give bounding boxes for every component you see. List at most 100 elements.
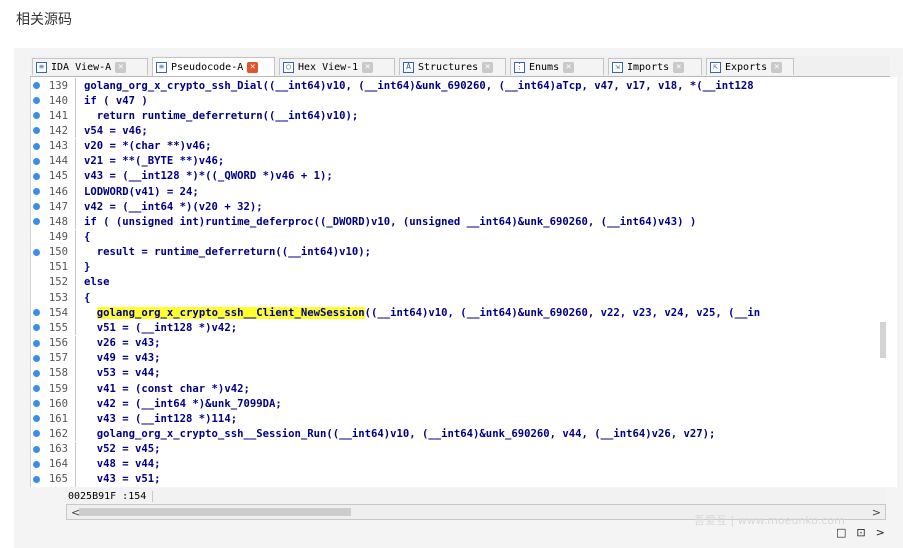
code-line[interactable]: 148 if ( (unsigned int)runtime_deferproc(… (31, 214, 897, 230)
tab-exports[interactable]: ⇱ Exports ✕ (706, 58, 794, 75)
gutter-divider (75, 199, 76, 215)
close-icon[interactable]: ✕ (673, 61, 685, 73)
highlighted-symbol[interactable]: golang_org_x_crypto_ssh__Client_NewSessi… (96, 306, 365, 319)
breakpoint-dot-icon (32, 460, 40, 468)
line-number: 162 (48, 427, 68, 440)
code-line[interactable]: 149 { (31, 229, 897, 245)
breakpoint-gutter[interactable] (31, 309, 41, 317)
code-line[interactable]: 150 result = runtime_deferreturn((__int6… (31, 244, 897, 260)
code-line[interactable]: 152 else (31, 274, 897, 290)
breakpoint-gutter[interactable] (31, 460, 41, 468)
breakpoint-gutter[interactable] (31, 248, 41, 256)
breakpoint-gutter[interactable] (31, 400, 41, 408)
breakpoint-gutter[interactable] (31, 385, 41, 392)
breakpoint-gutter[interactable] (31, 415, 41, 423)
code-line[interactable]: 162 golang_org_x_crypto_ssh__Session_Run… (31, 426, 897, 442)
close-icon[interactable]: ✕ (247, 61, 259, 73)
code-line[interactable]: 158 v53 = v44; (31, 365, 897, 381)
code-line[interactable]: 140 if ( v47 ) (31, 93, 897, 109)
close-icon[interactable]: ✕ (482, 61, 494, 73)
hex-icon: ○ (283, 61, 294, 73)
more-icon[interactable]: > (876, 526, 885, 539)
gutter-divider (75, 93, 76, 109)
breakpoint-gutter[interactable] (31, 369, 41, 377)
breakpoint-dot-icon (32, 309, 40, 317)
code-line[interactable]: 156 v26 = v43; (31, 335, 897, 351)
breakpoint-gutter[interactable] (31, 430, 41, 438)
code-line[interactable]: 141 return runtime_deferreturn((__int64)… (31, 108, 897, 124)
code-text: v20 = *(char **)v46; (84, 140, 212, 152)
breakpoint-gutter[interactable] (31, 157, 41, 165)
close-icon[interactable]: ✕ (563, 61, 575, 73)
code-line[interactable]: 143 v20 = *(char **)v46; (31, 138, 897, 154)
line-number: 159 (48, 382, 68, 395)
line-number: 149 (48, 231, 68, 243)
code-line[interactable]: 160 v42 = (__int64 *)&unk_7099DA; (31, 396, 897, 412)
scroll-right-icon[interactable]: > (872, 506, 881, 519)
breakpoint-gutter[interactable] (31, 339, 41, 347)
line-number: 154 (48, 306, 68, 319)
breakpoint-dot-icon (32, 369, 40, 377)
code-line[interactable]: 153 { (31, 290, 897, 306)
code-line[interactable]: 165 v43 = v51; (31, 471, 897, 487)
breakpoint-gutter[interactable] (31, 97, 41, 105)
code-text: golang_org_x_crypto_ssh__Client_NewSessi… (84, 306, 760, 319)
code-line[interactable]: 151} (31, 259, 897, 275)
breakpoint-gutter[interactable] (31, 203, 41, 211)
tab-hex-view-1[interactable]: ○ Hex View-1 ✕ (279, 58, 395, 75)
code-line[interactable]: 159 v41 = (const char *)v42; (31, 381, 897, 396)
breakpoint-gutter[interactable] (31, 188, 41, 196)
code-line[interactable]: 144 v21 = **(_BYTE **)v46; (31, 153, 897, 169)
line-number: 153 (48, 291, 68, 304)
breakpoint-dot-icon (32, 188, 40, 196)
line-number: 161 (48, 412, 68, 425)
code-line[interactable]: 145 v43 = (__int128 *)*((_QWORD *)v46 + 1… (31, 168, 897, 184)
code-line[interactable]: 142 v54 = v46; (31, 123, 897, 139)
close-icon[interactable]: ✕ (362, 61, 374, 73)
breakpoint-dot-icon (32, 415, 40, 423)
tab-enums[interactable]: ⋮ Enums ✕ (510, 58, 604, 75)
code-line[interactable]: 147 v42 = (__int64 *)(v20 + 32); (31, 199, 897, 215)
gutter-divider (75, 184, 76, 200)
breakpoint-gutter[interactable] (31, 127, 41, 135)
breakpoint-gutter[interactable] (31, 142, 41, 150)
tab-ida-view-a[interactable]: ≡ IDA View-A ✕ (32, 58, 148, 75)
code-line[interactable]: 163 v52 = v45; (31, 441, 897, 457)
code-line[interactable]: 164 v48 = v44; (31, 456, 897, 472)
code-text: golang_org_x_crypto_ssh__Session_Run((__… (84, 428, 716, 440)
breakpoint-gutter[interactable] (31, 354, 41, 362)
tab-structures[interactable]: A Structures ✕ (399, 58, 506, 75)
horizontal-scroll-thumb[interactable] (79, 508, 351, 516)
code-line[interactable]: 154 golang_org_x_crypto_ssh__Client_NewS… (31, 305, 897, 321)
breakpoint-gutter[interactable] (31, 475, 41, 483)
tab-imports[interactable]: ⇲ Imports ✕ (608, 58, 702, 75)
code-line[interactable]: 155 v51 = (__int128 *)v42; (31, 320, 897, 336)
close-icon[interactable]: ✕ (115, 61, 127, 73)
pseudocode-view: 139 golang_org_x_crypto_ssh_Dial((__int64… (30, 77, 897, 487)
gutter-divider (75, 78, 76, 93)
restore-icon[interactable]: □ (836, 526, 846, 539)
line-number: 146 (48, 185, 68, 198)
breakpoint-gutter[interactable] (31, 172, 41, 180)
line-number: 160 (48, 397, 68, 410)
tab-pseudocode-a[interactable]: ≡ Pseudocode-A ✕ (152, 57, 275, 76)
code-line[interactable]: 139 golang_org_x_crypto_ssh_Dial((__int64… (31, 78, 897, 93)
gutter-divider (75, 168, 76, 184)
breakpoint-gutter[interactable] (31, 112, 41, 120)
code-line[interactable]: 146 LODWORD(v41) = 24; (31, 184, 897, 200)
breakpoint-dot-icon (32, 354, 40, 362)
view-icon: ≡ (36, 61, 47, 73)
line-number: 139 (48, 79, 68, 92)
code-line[interactable]: 157 v49 = v43; (31, 350, 897, 366)
breakpoint-gutter[interactable] (31, 445, 41, 453)
code-text: v53 = v44; (84, 367, 161, 379)
vertical-scroll-thumb[interactable] (880, 322, 886, 358)
code-line[interactable]: 161 v43 = (__int128 *)114; (31, 411, 897, 427)
line-number: 152 (48, 276, 68, 289)
breakpoint-gutter[interactable] (31, 82, 41, 89)
close-icon[interactable]: ✕ (771, 61, 783, 73)
breakpoint-dot-icon (32, 157, 40, 165)
breakpoint-gutter[interactable] (31, 218, 41, 226)
float-icon[interactable]: ⊡ (856, 526, 865, 539)
breakpoint-gutter[interactable] (31, 324, 41, 332)
